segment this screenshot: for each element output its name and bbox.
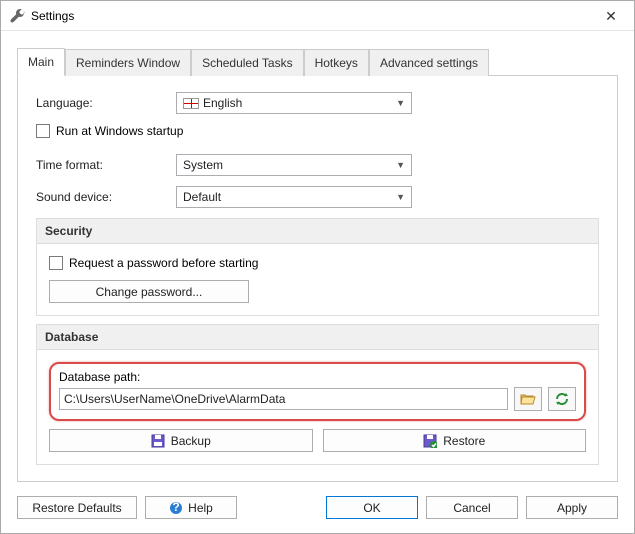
save-icon [151,434,165,448]
sound-device-combo[interactable]: Default ▼ [176,186,412,208]
language-combo[interactable]: English ▼ [176,92,412,114]
language-value: English [203,96,242,110]
database-title: Database [37,325,598,350]
apply-button[interactable]: Apply [526,496,618,519]
chevron-down-icon: ▼ [396,192,405,202]
restore-defaults-button[interactable]: Restore Defaults [17,496,137,519]
security-group: Security Request a password before start… [36,218,599,316]
browse-folder-button[interactable] [514,387,542,411]
database-group: Database Database path: C:\Users\UserNam… [36,324,599,465]
database-path-highlight: Database path: C:\Users\UserName\OneDriv… [49,362,586,421]
tab-advanced-settings[interactable]: Advanced settings [369,49,489,76]
titlebar: Settings ✕ [1,1,634,31]
tabstrip: Main Reminders Window Scheduled Tasks Ho… [1,31,634,75]
svg-text:?: ? [172,501,179,514]
help-button[interactable]: ? Help [145,496,237,519]
dialog-buttons: Restore Defaults ? Help OK Cancel Apply [1,482,634,533]
checkbox-box-icon [36,124,50,138]
run-at-startup-label: Run at Windows startup [56,124,183,138]
checkbox-box-icon [49,256,63,270]
tab-hotkeys[interactable]: Hotkeys [304,49,369,76]
chevron-down-icon: ▼ [396,160,405,170]
help-icon: ? [169,501,183,515]
sound-device-value: Default [183,190,221,204]
ok-button[interactable]: OK [326,496,418,519]
time-format-value: System [183,158,223,172]
wrench-icon [9,8,25,24]
database-path-input[interactable]: C:\Users\UserName\OneDrive\AlarmData [59,388,508,410]
tab-panel-main: Language: English ▼ Run at Windows start… [17,75,618,482]
folder-open-icon [520,392,536,406]
request-password-checkbox[interactable]: Request a password before starting [49,256,586,270]
request-password-label: Request a password before starting [69,256,258,270]
tab-reminders-window[interactable]: Reminders Window [65,49,191,76]
default-path-button[interactable] [548,387,576,411]
backup-button[interactable]: Backup [49,429,313,452]
chevron-down-icon: ▼ [396,98,405,108]
time-format-label: Time format: [36,158,176,172]
tab-main[interactable]: Main [17,48,65,76]
sync-icon [554,391,570,407]
database-path-label: Database path: [59,370,576,384]
flag-uk-icon [183,98,199,109]
change-password-button[interactable]: Change password... [49,280,249,303]
restore-icon [423,434,437,448]
sound-device-label: Sound device: [36,190,176,204]
window-title: Settings [31,9,74,23]
time-format-combo[interactable]: System ▼ [176,154,412,176]
cancel-button[interactable]: Cancel [426,496,518,519]
security-title: Security [37,219,598,244]
tab-scheduled-tasks[interactable]: Scheduled Tasks [191,49,304,76]
restore-button[interactable]: Restore [323,429,587,452]
language-label: Language: [36,96,176,110]
close-button[interactable]: ✕ [588,1,634,31]
run-at-startup-checkbox[interactable]: Run at Windows startup [36,124,599,138]
